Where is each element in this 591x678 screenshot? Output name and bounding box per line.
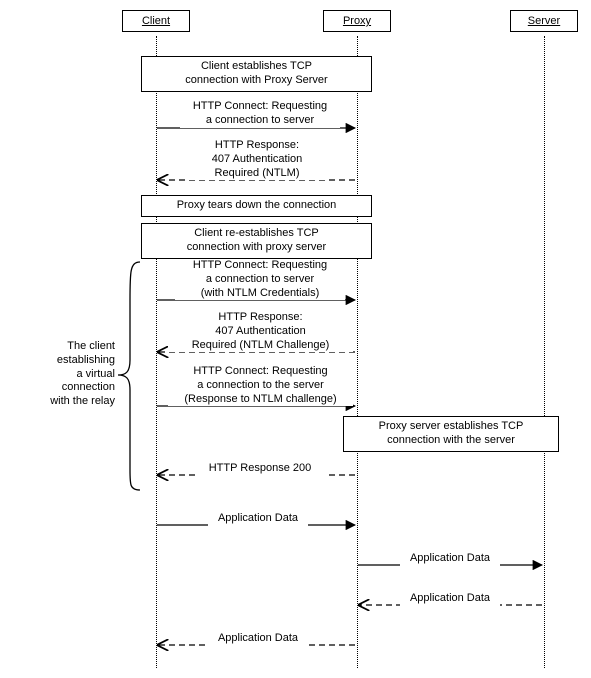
label-m8: Application Data [400, 552, 500, 566]
label-m7-text: Application Data [218, 512, 298, 524]
label-m3-text: HTTP Connect: Requestinga connection to … [193, 259, 327, 299]
label-m9: Application Data [400, 592, 500, 606]
note-proxy-server-tcp-text: Proxy server establishes TCPconnection w… [379, 420, 524, 446]
label-m8-text: Application Data [410, 552, 490, 564]
label-m2: HTTP Response:407 AuthenticationRequired… [187, 139, 327, 180]
label-m10: Application Data [208, 632, 308, 646]
label-m10-text: Application Data [218, 632, 298, 644]
label-m1: HTTP Connect: Requestinga connection to … [180, 100, 340, 128]
note-establish-tcp: Client establishes TCPconnection with Pr… [141, 56, 372, 92]
label-m6: HTTP Response 200 [195, 462, 325, 476]
note-reestablish-text: Client re-establishes TCPconnection with… [187, 227, 326, 253]
label-m4: HTTP Response:407 AuthenticationRequired… [168, 311, 353, 352]
side-note-text: The clientestablishinga virtualconnectio… [50, 340, 115, 407]
label-m2-text: HTTP Response:407 AuthenticationRequired… [212, 139, 303, 179]
note-establish-tcp-text: Client establishes TCPconnection with Pr… [185, 60, 327, 86]
label-m4-text: HTTP Response:407 AuthenticationRequired… [192, 311, 330, 351]
sequence-diagram: Client Proxy Server [0, 0, 591, 678]
label-m5-text: HTTP Connect: Requestinga connection to … [184, 365, 336, 405]
label-m6-text: HTTP Response 200 [209, 462, 312, 474]
label-m9-text: Application Data [410, 592, 490, 604]
label-m7: Application Data [208, 512, 308, 526]
note-proxy-server-tcp: Proxy server establishes TCPconnection w… [343, 416, 559, 452]
note-teardown: Proxy tears down the connection [141, 195, 372, 217]
note-reestablish: Client re-establishes TCPconnection with… [141, 223, 372, 259]
label-m5: HTTP Connect: Requestinga connection to … [168, 365, 353, 406]
side-note: The clientestablishinga virtualconnectio… [30, 340, 115, 409]
label-m3: HTTP Connect: Requestinga connection to … [175, 259, 345, 300]
label-m1-text: HTTP Connect: Requestinga connection to … [193, 100, 327, 126]
side-brace [118, 262, 140, 490]
note-teardown-text: Proxy tears down the connection [177, 199, 337, 211]
